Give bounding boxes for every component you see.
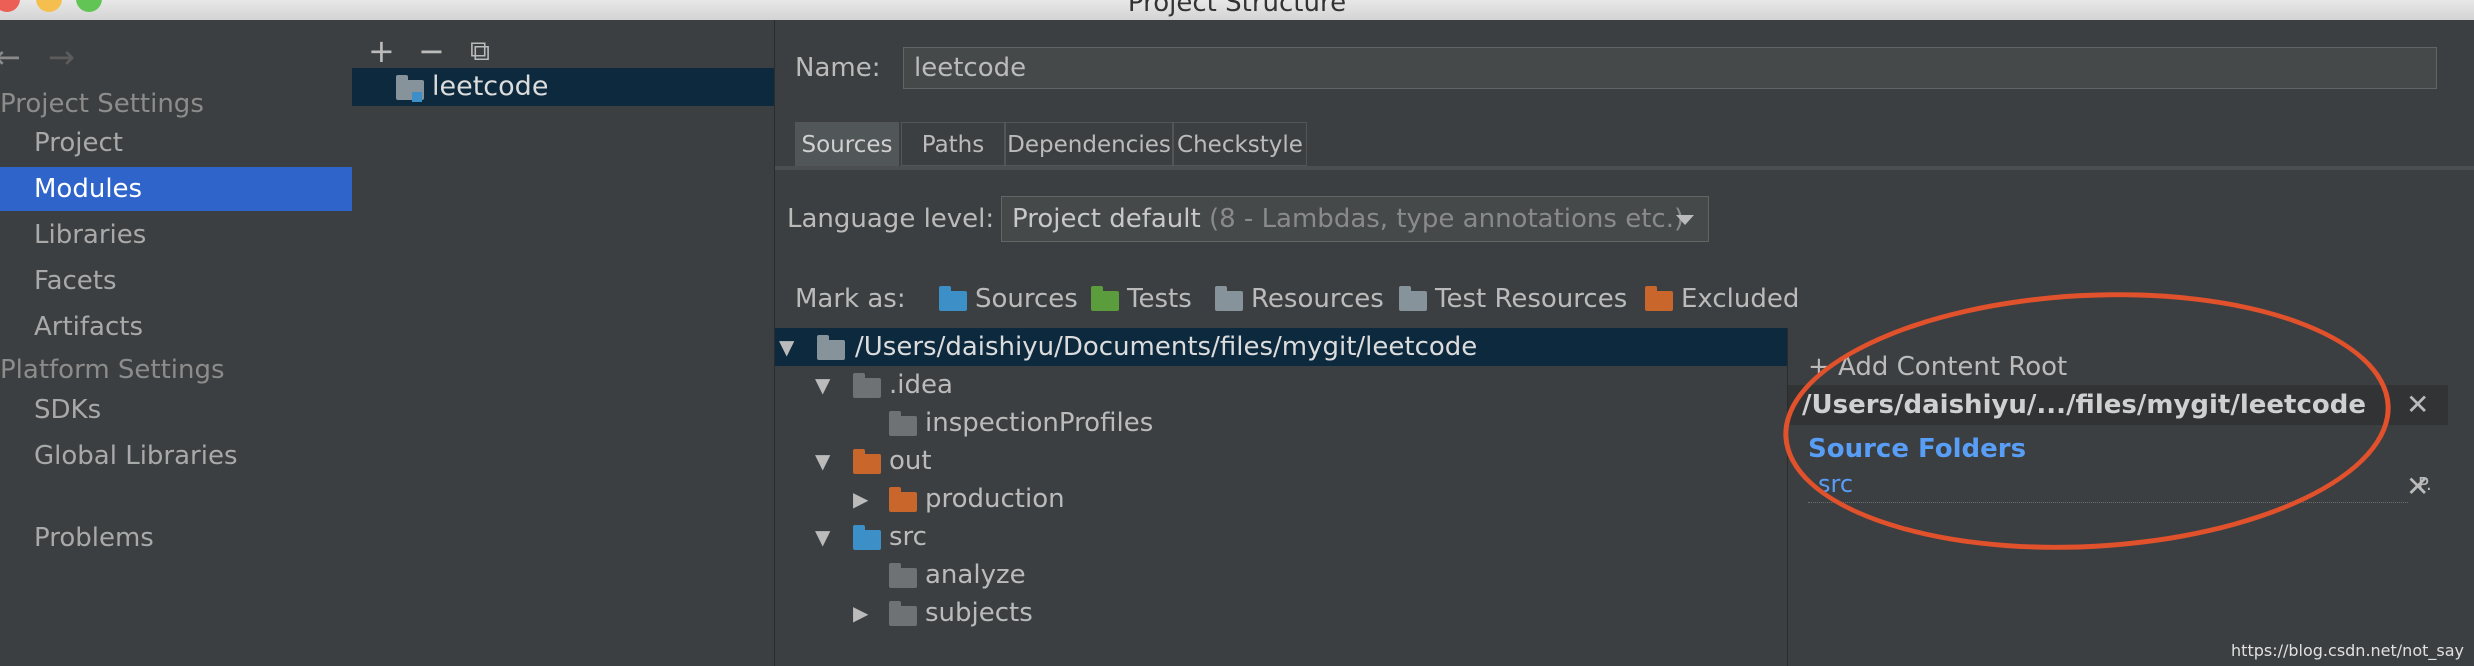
forward-arrow-icon[interactable]: → [48, 40, 75, 74]
remove-icon[interactable]: − [418, 34, 445, 68]
resources-folder-icon [1215, 286, 1243, 311]
source-folder-name: src [1818, 470, 1854, 498]
tree-label: production [925, 484, 1065, 514]
remove-content-root-icon[interactable]: ✕ [2406, 390, 2429, 420]
folder-icon [889, 563, 917, 588]
window-title: Project Structure [1127, 0, 1347, 18]
source-folder-entry[interactable]: src [1808, 468, 2408, 503]
tab-checkstyle[interactable]: Checkstyle [1173, 122, 1307, 166]
module-name: leetcode [432, 71, 549, 102]
folder-icon [889, 487, 917, 512]
tab-dependencies[interactable]: Dependencies [1005, 122, 1173, 166]
mark-as-sources-button[interactable]: Sources [939, 282, 1089, 316]
folder-icon [853, 373, 881, 398]
nav-item-problems[interactable]: Problems [0, 516, 352, 560]
nav-item-modules[interactable]: Modules [0, 167, 352, 211]
folder-icon [817, 335, 845, 360]
nav-item-facets[interactable]: Facets [0, 259, 352, 303]
nav-item-project[interactable]: Project [0, 121, 352, 165]
module-list-pane: + − ⧉ leetcode [352, 20, 775, 666]
watermark: https://blog.csdn.net/not_say [2231, 641, 2464, 660]
tree-row[interactable]: inspectionProfiles [775, 404, 1787, 442]
mark-as-sources-label: Sources [975, 284, 1078, 314]
language-level-hint: (8 - Lambdas, type annotations etc.) [1208, 204, 1685, 234]
tab-sources[interactable]: Sources [795, 122, 899, 166]
mark-as-excluded-button[interactable]: Excluded [1645, 282, 1805, 316]
test-resources-folder-icon [1399, 286, 1427, 311]
folder-icon [853, 449, 881, 474]
tree-label: inspectionProfiles [925, 408, 1154, 438]
mark-as-tests-label: Tests [1127, 284, 1192, 314]
folder-icon [889, 601, 917, 626]
mark-as-resources-button[interactable]: Resources [1215, 282, 1395, 316]
nav-item-global-libraries[interactable]: Global Libraries [0, 434, 352, 478]
mark-as-excluded-label: Excluded [1681, 284, 1800, 314]
mark-as-resources-label: Resources [1251, 284, 1384, 314]
tree-label: src [889, 522, 927, 552]
tree-label: subjects [925, 598, 1033, 628]
mark-as-label: Mark as: [795, 284, 906, 314]
project-settings-heading: Project Settings [0, 89, 204, 119]
copy-icon[interactable]: ⧉ [470, 34, 490, 68]
tree-row[interactable]: ▼ .idea [775, 366, 1787, 404]
title-bar: Project Structure [0, 0, 2474, 21]
back-arrow-icon[interactable]: ← [0, 40, 21, 74]
tree-expand-icon[interactable]: ▶ [853, 594, 868, 632]
tree-expand-icon[interactable]: ▼ [779, 328, 794, 366]
tree-expand-icon[interactable]: ▶ [853, 480, 868, 518]
tree-expand-icon[interactable]: ▼ [815, 442, 830, 480]
content-root-path: /Users/daishiyu/.../files/mygit/leetcode [1788, 385, 2448, 425]
tree-row[interactable]: ▼ src [775, 518, 1787, 556]
tree-label: out [889, 446, 932, 476]
module-badge-icon [412, 92, 422, 102]
tree-expand-icon[interactable]: ▼ [815, 366, 830, 404]
tree-label: analyze [925, 560, 1026, 590]
tree-row[interactable]: ▼ out [775, 442, 1787, 480]
folder-icon [889, 411, 917, 436]
chevron-down-icon [1676, 215, 1694, 225]
module-name-input[interactable] [903, 47, 2437, 89]
nav-item-libraries[interactable]: Libraries [0, 213, 352, 257]
module-list-item[interactable]: leetcode [352, 68, 774, 106]
source-tree: ▼ /Users/daishiyu/Documents/files/mygit/… [775, 328, 1787, 666]
tab-paths[interactable]: Paths [901, 122, 1005, 166]
sources-folder-icon [939, 286, 967, 311]
name-label: Name: [795, 53, 881, 83]
language-level-value: Project default [1012, 204, 1201, 234]
platform-settings-heading: Platform Settings [0, 355, 225, 385]
mark-as-test-resources-button[interactable]: Test Resources [1399, 282, 1639, 316]
language-level-select[interactable]: Project default (8 - Lambdas, type annot… [1001, 196, 1709, 242]
tab-divider [775, 166, 2474, 170]
mark-as-test-resources-label: Test Resources [1435, 284, 1628, 314]
tree-row[interactable]: ▼ /Users/daishiyu/Documents/files/mygit/… [775, 328, 1787, 366]
tree-expand-icon[interactable]: ▼ [815, 518, 830, 556]
remove-source-folder-icon[interactable]: ✕ [2406, 472, 2429, 502]
tests-folder-icon [1091, 286, 1119, 311]
folder-icon [853, 525, 881, 550]
excluded-folder-icon [1645, 286, 1673, 311]
tree-label: .idea [889, 370, 953, 400]
add-content-root-button[interactable]: + Add Content Root [1808, 350, 2067, 384]
language-level-label: Language level: [787, 204, 995, 234]
mark-as-tests-button[interactable]: Tests [1091, 282, 1203, 316]
tree-label: /Users/daishiyu/Documents/files/mygit/le… [855, 332, 1478, 362]
nav-item-artifacts[interactable]: Artifacts [0, 305, 352, 349]
module-editor-pane: Name: Sources Paths Dependencies Checkst… [775, 20, 2474, 666]
source-folders-heading: Source Folders [1808, 434, 2027, 464]
settings-nav-pane: ← → Project Settings Project Modules Lib… [0, 20, 353, 666]
add-icon[interactable]: + [368, 34, 395, 68]
tree-row[interactable]: ▶ production [775, 480, 1787, 518]
nav-item-sdks[interactable]: SDKs [0, 388, 352, 432]
tree-row[interactable]: ▶ subjects [775, 594, 1787, 632]
content-root-panel: + Add Content Root /Users/daishiyu/.../f… [1787, 328, 2474, 666]
tree-row[interactable]: analyze [775, 556, 1787, 594]
